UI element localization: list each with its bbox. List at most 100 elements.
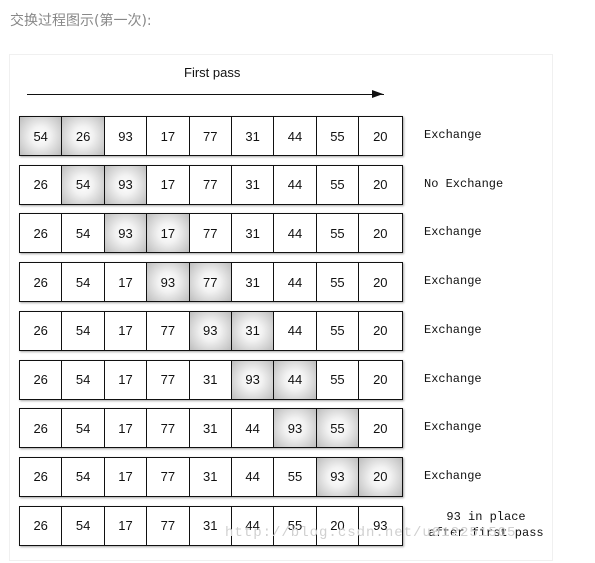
compared-cell: 55	[316, 409, 360, 448]
array-cell: 17	[147, 165, 190, 204]
array-cell: 77	[147, 457, 190, 496]
array-cell: 77	[190, 214, 232, 253]
array-cell: 77	[147, 360, 190, 399]
exchange-label: Exchange	[424, 225, 482, 240]
array-cell: 77	[190, 117, 232, 155]
array-cell: 17	[147, 117, 190, 155]
array-row: 26 54 17 93 77 31 44 55 20	[19, 262, 403, 303]
compared-cell: 93	[147, 263, 190, 302]
array-cell: 20	[373, 420, 388, 436]
array-cell: 17	[105, 360, 148, 399]
array-cell: 31	[190, 506, 232, 545]
array-cell: 26	[20, 457, 63, 496]
exchange-label: Exchange	[424, 274, 482, 289]
compared-cell: 54	[20, 117, 63, 155]
array-row: 26 54 17 77 31 44 55 93 20	[19, 456, 403, 497]
compared-cell: 17	[147, 214, 190, 253]
array-cell: 44	[232, 457, 275, 496]
compared-cell: 93	[104, 214, 148, 253]
array-cell: 77	[147, 506, 190, 545]
page-caption: 交换过程图示(第一次):	[10, 13, 152, 29]
compared-cell: 44	[274, 360, 317, 399]
final-pass-label: 93 in place after first pass	[424, 509, 548, 541]
array-cell: 31	[232, 214, 275, 253]
array-cell: 54	[62, 263, 105, 302]
array-cell: 93	[105, 117, 148, 155]
array-cell: 54	[62, 409, 105, 448]
array-cell: 20	[373, 274, 388, 290]
array-cell: 31	[232, 165, 275, 204]
array-cell: 20	[373, 372, 388, 387]
array-cell: 17	[105, 263, 148, 302]
array-cell: 55	[317, 263, 360, 302]
array-cell: 55	[317, 165, 360, 204]
exchange-label: No Exchange	[424, 176, 504, 191]
array-cell: 17	[105, 457, 148, 496]
array-cell: 54	[62, 311, 105, 350]
array-cell: 55	[317, 117, 360, 155]
final-pass-label-line: 93 in place	[446, 509, 526, 524]
compared-cell: 93	[231, 360, 275, 399]
array-cell: 54	[62, 457, 105, 496]
array-cell: 55	[317, 214, 360, 253]
array-cell: 44	[232, 506, 275, 545]
exchange-label: Exchange	[424, 322, 482, 337]
array-cell: 20	[373, 128, 388, 144]
bubble-sort-diagram: First pass 54 26 93 17 77 31 44 55 20 Exchange 26 5…	[10, 55, 552, 560]
array-cell: 26	[20, 165, 63, 204]
array-cell: 17	[105, 311, 148, 350]
array-cell: 54	[62, 506, 105, 545]
direction-arrow-head-icon	[372, 90, 383, 98]
exchange-label: Exchange	[424, 128, 482, 142]
array-cell: 31	[232, 117, 275, 155]
array-cell: 26	[20, 263, 63, 302]
array-cell: 17	[105, 506, 148, 545]
exchange-label: Exchange	[424, 420, 482, 435]
array-cell: 44	[274, 214, 317, 253]
array-cell: 26	[20, 214, 63, 253]
compared-cell: 31	[231, 311, 275, 350]
array-cell: 31	[190, 457, 232, 496]
compared-cell: 20	[359, 457, 402, 496]
array-row: 26 54 93 17 77 31 44 55 20	[19, 213, 403, 254]
array-cell: 31	[232, 263, 275, 302]
array-cell: 26	[20, 409, 63, 448]
array-cell: 93	[373, 518, 388, 534]
compared-cell: 93	[274, 409, 317, 448]
array-row: 26 54 17 77 31 44 55 20 93	[19, 505, 403, 546]
array-cell: 31	[190, 409, 232, 448]
compared-cell: 77	[189, 263, 232, 302]
array-cell: 55	[317, 311, 360, 350]
array-cell: 44	[274, 165, 317, 204]
array-cell: 77	[190, 165, 232, 204]
exchange-label: Exchange	[424, 468, 482, 483]
compared-cell: 93	[104, 165, 148, 204]
array-cell: 55	[317, 360, 360, 399]
array-cell: 44	[274, 311, 317, 350]
array-row: 26 54 17 77 31 44 93 55 20	[19, 408, 403, 449]
array-row: 54 26 93 17 77 31 44 55 20	[19, 116, 403, 156]
array-cell: 20	[373, 177, 388, 193]
array-cell: 54	[62, 214, 105, 253]
array-cell: 17	[105, 409, 148, 448]
array-cell: 44	[274, 263, 317, 302]
array-cell: 20	[373, 225, 388, 241]
exchange-label: Exchange	[424, 371, 482, 386]
array-row: 26 54 93 17 77 31 44 55 20	[19, 164, 403, 205]
array-row: 26 54 17 77 31 93 44 55 20	[19, 359, 403, 400]
compared-cell: 26	[62, 117, 105, 155]
array-cell: 26	[20, 360, 63, 399]
array-cell: 77	[147, 409, 190, 448]
array-cell: 20	[373, 323, 388, 339]
array-cell: 55	[274, 457, 317, 496]
array-cell: 26	[20, 506, 63, 545]
compared-cell: 93	[189, 311, 232, 350]
compared-cell: 93	[316, 457, 360, 496]
array-cell: 26	[20, 311, 63, 350]
array-cell: 44	[274, 117, 317, 155]
array-cell: 55	[274, 506, 317, 545]
array-cell: 77	[147, 311, 190, 350]
final-pass-label-line: after first pass	[428, 525, 544, 540]
array-cell: 54	[62, 360, 105, 399]
compared-cell: 54	[62, 165, 105, 204]
